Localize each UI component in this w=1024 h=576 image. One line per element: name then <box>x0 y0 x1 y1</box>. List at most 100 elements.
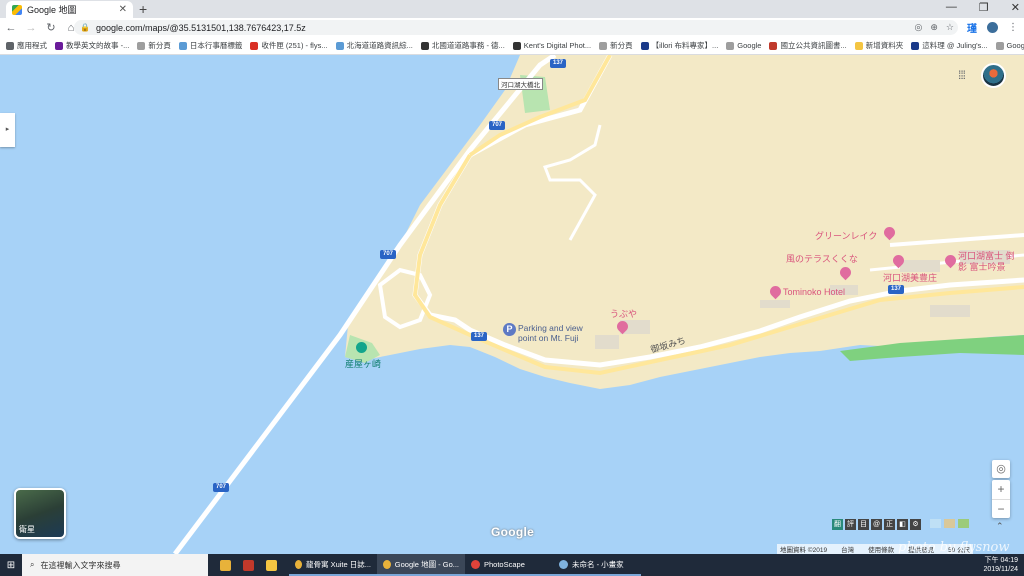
green-lake-label[interactable]: グリーンレイク <box>815 229 877 242</box>
terms-link[interactable]: 使用條款 <box>868 544 894 554</box>
bookmark-item[interactable]: 新增資料夾 <box>854 40 903 51</box>
location-icon[interactable]: ◎ <box>915 22 923 33</box>
bookmark-item[interactable]: 教學英文的故事 -... <box>55 40 129 51</box>
bookmark-label: 【illori 布料專家】... <box>651 41 719 50</box>
bookmark-star-icon[interactable]: ☆ <box>946 22 954 33</box>
bookmark-icon <box>137 41 146 50</box>
map-data-credit: 地圖資料 ©2019 <box>780 547 828 554</box>
map-canvas[interactable]: 137 707 707 137 137 707 河口湖大橋北 P Parking… <box>0 55 1024 554</box>
satellite-layer-toggle[interactable]: 衛星 <box>14 488 66 539</box>
ubuya-label[interactable]: うぶや <box>610 307 637 320</box>
system-tray: 下午 04:19 2019/11/24 <box>983 556 1018 574</box>
bookmark-item[interactable]: 國立公共資訊圖書... <box>769 40 847 51</box>
contrast-ext-icon[interactable]: ◧ <box>897 519 908 530</box>
bookmark-item[interactable]: 新分頁 <box>599 40 633 51</box>
bookmark-item[interactable]: Kent's Digital Phot... <box>512 41 591 50</box>
app-icon[interactable] <box>243 559 254 571</box>
taskbar-app-label: 龍骨寓 Xuite 日誌... <box>305 559 371 569</box>
route-shield-707: 707 <box>380 250 396 259</box>
lock-icon[interactable]: 🔒 <box>80 23 90 32</box>
bookmark-item[interactable]: 【illori 布料專家】... <box>640 40 719 51</box>
correct-ext-icon[interactable]: 正 <box>884 519 895 530</box>
clock-time[interactable]: 下午 04:19 <box>985 556 1018 565</box>
bookmark-icon <box>178 41 187 50</box>
minimize-icon[interactable]: — <box>946 1 957 14</box>
apps-grid-icon[interactable]: ⁞⁞⁞ <box>958 68 966 82</box>
taskbar-app[interactable]: 未命名 - 小畫家 <box>553 554 641 576</box>
bridge-label: 河口湖大橋北 <box>498 78 543 90</box>
kaze-terrace-label[interactable]: 風のテラスくくな <box>786 252 858 265</box>
layer-thumb-terrain[interactable] <box>944 519 955 528</box>
side-panel-toggle[interactable]: ▸ <box>0 113 15 147</box>
store-icon[interactable] <box>220 559 231 571</box>
bookmark-item[interactable]: 北國道道路事務 - 德... <box>420 40 505 51</box>
back-icon[interactable]: ← <box>2 22 20 34</box>
bookmark-item[interactable]: 日本行事曆標籤 <box>178 40 243 51</box>
route-shield-707: 707 <box>213 483 229 492</box>
parking-label[interactable]: Parking and view point on Mt. Fuji <box>518 323 598 343</box>
address-bar[interactable]: 🔒 google.com/maps/@35.5131501,138.767642… <box>74 20 958 35</box>
bookmark-label: 新分頁 <box>610 41 633 50</box>
bookmark-item[interactable]: 這料理 @ Juling's... <box>911 40 988 51</box>
close-tab-icon[interactable]: ✕ <box>119 4 127 15</box>
search-icon: ⌕ <box>30 560 35 569</box>
layer-thumb-satellite[interactable] <box>958 519 969 528</box>
reload-icon[interactable]: ↻ <box>42 21 60 34</box>
parking-icon[interactable]: P <box>503 323 516 336</box>
taskbar-app[interactable]: PhotoScape <box>465 554 553 576</box>
bookmark-label: 這料理 @ Juling's... <box>922 41 988 50</box>
new-tab-button[interactable]: + <box>139 1 147 17</box>
layer-thumb-map[interactable] <box>930 519 941 528</box>
bookmark-item[interactable]: Google <box>995 41 1024 50</box>
bookmark-icon <box>769 41 778 50</box>
zoom-out-button[interactable]: − <box>992 500 1010 519</box>
list-ext-icon[interactable]: 目 <box>858 519 869 530</box>
translate-ext-icon[interactable]: 翻 <box>832 519 843 530</box>
menu-dots-icon[interactable]: ⋮ <box>1008 22 1018 33</box>
bookmark-item[interactable]: 收件匣 (251) - flys... <box>250 40 328 51</box>
running-apps: 龍骨寓 Xuite 日誌... Google 地圖 - Go... PhotoSca… <box>289 554 641 576</box>
bookmark-icon <box>726 41 735 50</box>
file-explorer-icon[interactable] <box>266 559 277 571</box>
close-window-icon[interactable]: ✕ <box>1011 1 1020 14</box>
profile-avatar-icon[interactable] <box>987 22 998 33</box>
at-ext-icon[interactable]: @ <box>871 519 882 530</box>
bookmark-item[interactable]: 應用程式 <box>6 40 47 51</box>
restore-icon[interactable]: ❐ <box>979 1 989 14</box>
zoom-icon[interactable]: ⊕ <box>930 22 938 33</box>
taskbar-app-label: PhotoScape <box>484 559 525 569</box>
bookmark-icon <box>420 41 429 50</box>
kawaguchiko-bisousou-label[interactable]: 河口湖美豊庄 <box>883 271 937 284</box>
bookmark-item[interactable]: 北海道道路資訊綜... <box>335 40 413 51</box>
kawaguchiko-fuji-label[interactable]: 河口湖富士 倒影 富士吟景 <box>958 251 1020 273</box>
clock-date[interactable]: 2019/11/24 <box>983 565 1018 574</box>
taskbar-search[interactable]: ⌕ 在這裡輸入文字來搜尋 <box>22 554 208 576</box>
settings-ext-icon[interactable]: ⚙ <box>910 519 921 530</box>
bookmark-item[interactable]: 新分頁 <box>137 40 171 51</box>
forward-icon[interactable]: → <box>22 22 40 34</box>
bookmark-icon <box>640 41 649 50</box>
bookmark-icon <box>512 41 521 50</box>
bookmark-label: 日本行事曆標籤 <box>189 41 243 50</box>
extension-toolbar: 翻 評 目 @ 正 ◧ ⚙ <box>832 519 921 530</box>
region-link[interactable]: 台灣 <box>841 544 854 554</box>
zoom-in-button[interactable]: + <box>992 480 1010 499</box>
google-maps-favicon-icon <box>12 4 22 15</box>
tab-google-maps[interactable]: Google 地圖 ✕ <box>6 1 133 18</box>
windows-start-icon[interactable]: ⊞ <box>0 560 22 571</box>
extension-icon[interactable]: 瑾 <box>967 20 977 35</box>
park-pin-icon[interactable] <box>356 342 367 353</box>
review-ext-icon[interactable]: 評 <box>845 519 856 530</box>
chevron-up-icon[interactable]: ⌃ <box>996 521 1004 532</box>
my-location-button[interactable]: ◎ <box>992 460 1010 478</box>
pinned-icons <box>220 559 277 571</box>
bookmark-icon <box>250 41 259 50</box>
bookmark-label: 收件匣 (251) - flys... <box>261 41 328 50</box>
bookmark-label: 北海道道路資訊綜... <box>346 41 413 50</box>
account-avatar[interactable] <box>981 63 1006 88</box>
tominoko-label[interactable]: Tominoko Hotel <box>783 287 845 297</box>
cape-label[interactable]: 産屋ヶ崎 <box>345 357 381 370</box>
bookmark-item[interactable]: Google <box>726 41 761 50</box>
taskbar-app[interactable]: 龍骨寓 Xuite 日誌... <box>289 554 377 576</box>
taskbar-app[interactable]: Google 地圖 - Go... <box>377 554 465 576</box>
